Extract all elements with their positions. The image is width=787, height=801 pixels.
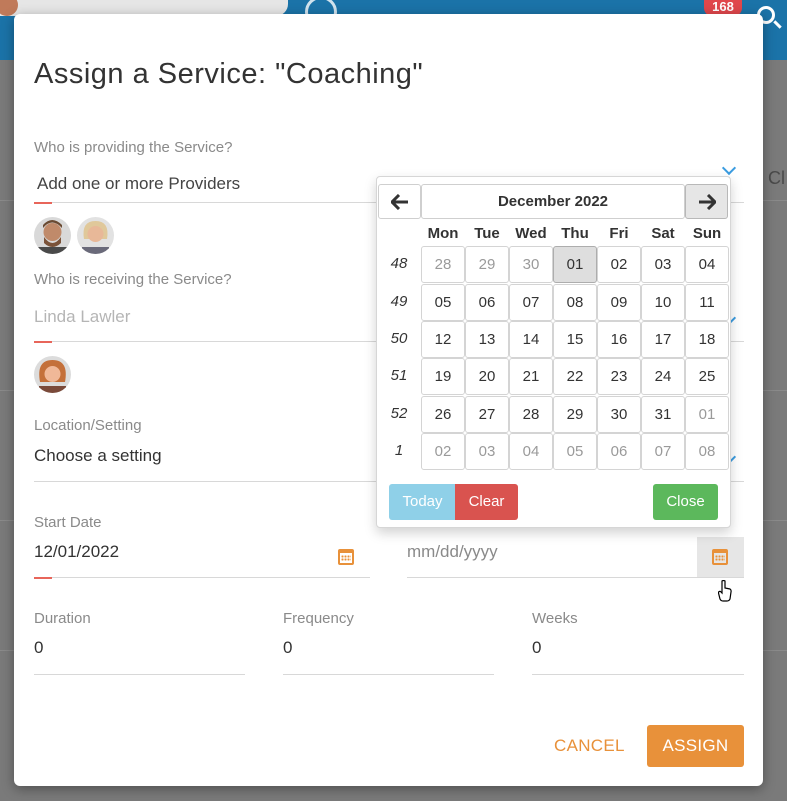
calendar-day[interactable]: 14 [509, 321, 553, 358]
day-of-week-header: Thu [561, 225, 589, 242]
weeks-label: Weeks [532, 610, 578, 627]
duration-input[interactable]: 0 [34, 638, 43, 658]
calendar-day[interactable]: 07 [641, 433, 685, 470]
receiver-label: Who is receiving the Service? [34, 271, 232, 288]
calendar-day[interactable]: 25 [685, 358, 729, 395]
start-date-required-accent [34, 577, 52, 579]
providers-label: Who is providing the Service? [34, 139, 233, 156]
weeks-input[interactable]: 0 [532, 638, 541, 658]
calendar-day[interactable]: 26 [421, 396, 465, 433]
calendar-day[interactable]: 05 [553, 433, 597, 470]
calendar-day[interactable]: 24 [641, 358, 685, 395]
frequency-input[interactable]: 0 [283, 638, 292, 658]
calendar-day[interactable]: 29 [465, 246, 509, 283]
day-of-week-header: Sun [692, 225, 722, 242]
start-date-label: Start Date [34, 514, 102, 531]
providers-input[interactable]: Add one or more Providers [37, 174, 240, 194]
calendar-day[interactable]: 08 [553, 284, 597, 321]
end-date-underline [407, 577, 744, 578]
receiver-input[interactable]: Linda Lawler [34, 307, 130, 327]
calendar-day[interactable]: 30 [509, 246, 553, 283]
datepicker-popup: December 2022 Mon Tue Wed Thu Fri Sat Sun 48 28 2… [376, 176, 731, 528]
day-of-week-header: Fri [609, 225, 629, 242]
cancel-button[interactable]: CANCEL [554, 736, 625, 756]
receiver-required-accent [34, 341, 52, 343]
calendar-day[interactable]: 03 [465, 433, 509, 470]
calendar-day[interactable]: 31 [641, 396, 685, 433]
week-number: 50 [390, 330, 408, 347]
receiver-avatar[interactable] [34, 356, 71, 393]
calendar-day[interactable]: 12 [421, 321, 465, 358]
calendar-day[interactable]: 01 [685, 396, 729, 433]
calendar-day[interactable]: 01 [553, 246, 597, 283]
provider-avatar-2[interactable] [77, 217, 114, 254]
providers-chevron-down-icon[interactable] [721, 160, 737, 176]
day-of-week-header: Mon [427, 225, 459, 242]
clear-button[interactable]: Clear [455, 484, 518, 520]
calendar-day[interactable]: 06 [597, 433, 641, 470]
week-number: 49 [390, 293, 408, 310]
today-button[interactable]: Today [389, 484, 456, 520]
provider-avatar-1[interactable] [34, 217, 71, 254]
calendar-day[interactable]: 27 [465, 396, 509, 433]
week-number: 52 [390, 405, 408, 422]
day-of-week-header: Sat [651, 225, 675, 242]
close-button[interactable]: Close [653, 484, 718, 520]
calendar-day[interactable]: 16 [597, 321, 641, 358]
calendar-day[interactable]: 11 [685, 284, 729, 321]
calendar-day[interactable]: 05 [421, 284, 465, 321]
calendar-day[interactable]: 19 [421, 358, 465, 395]
calendar-day[interactable]: 20 [465, 358, 509, 395]
calendar-day[interactable]: 29 [553, 396, 597, 433]
start-date-calendar-icon[interactable] [338, 549, 354, 565]
calendar-day[interactable]: 23 [597, 358, 641, 395]
arrow-left-icon [391, 194, 408, 210]
calendar-day[interactable]: 13 [465, 321, 509, 358]
frequency-underline [283, 674, 494, 675]
location-select[interactable]: Choose a setting [34, 446, 162, 466]
prev-month-button[interactable] [378, 184, 421, 219]
calendar-day[interactable]: 06 [465, 284, 509, 321]
calendar-day[interactable]: 21 [509, 358, 553, 395]
calendar-day[interactable]: 28 [509, 396, 553, 433]
calendar-day[interactable]: 09 [597, 284, 641, 321]
calendar-day[interactable]: 18 [685, 321, 729, 358]
providers-required-accent [34, 202, 52, 204]
week-number: 48 [390, 255, 408, 272]
week-number: 51 [390, 367, 408, 384]
month-title[interactable]: December 2022 [421, 184, 685, 219]
calendar-day[interactable]: 28 [421, 246, 465, 283]
calendar-day[interactable]: 15 [553, 321, 597, 358]
calendar-day[interactable]: 04 [685, 246, 729, 283]
calendar-day[interactable]: 08 [685, 433, 729, 470]
day-of-week-header: Tue [474, 225, 500, 242]
pointer-cursor-icon [718, 580, 732, 602]
frequency-label: Frequency [283, 610, 354, 627]
day-of-week-header: Wed [515, 225, 547, 242]
next-month-button[interactable] [685, 184, 728, 219]
calendar-day[interactable]: 02 [421, 433, 465, 470]
location-label: Location/Setting [34, 417, 142, 434]
duration-underline [34, 674, 245, 675]
modal-title: Assign a Service: "Coaching" [34, 58, 424, 90]
arrow-right-icon [699, 194, 716, 210]
calendar-day[interactable]: 04 [509, 433, 553, 470]
calendar-day[interactable]: 22 [553, 358, 597, 395]
calendar-day[interactable]: 02 [597, 246, 641, 283]
start-date-input[interactable]: 12/01/2022 [34, 542, 119, 562]
week-number: 1 [394, 442, 404, 459]
background-partial-text: Cl [768, 168, 785, 188]
duration-label: Duration [34, 610, 91, 627]
start-date-underline [34, 577, 370, 578]
calendar-day[interactable]: 10 [641, 284, 685, 321]
assign-button[interactable]: ASSIGN [647, 725, 744, 767]
end-date-calendar-icon[interactable] [712, 549, 728, 565]
weeks-underline [532, 674, 744, 675]
calendar-day[interactable]: 17 [641, 321, 685, 358]
calendar-day[interactable]: 03 [641, 246, 685, 283]
calendar-day[interactable]: 07 [509, 284, 553, 321]
end-date-input[interactable]: mm/dd/yyyy [407, 542, 498, 562]
calendar-day[interactable]: 30 [597, 396, 641, 433]
